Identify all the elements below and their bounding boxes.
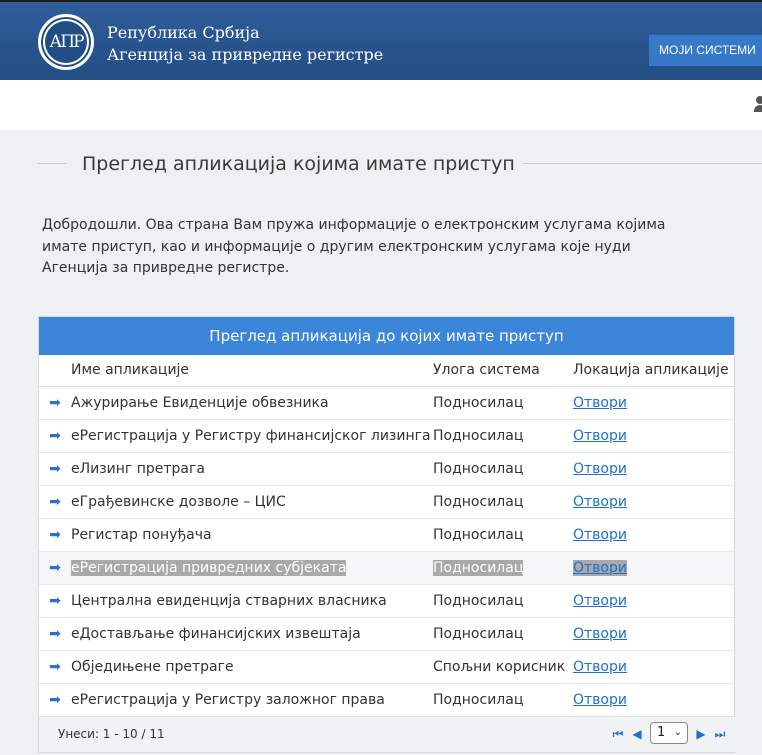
arrow-right-icon: ➡	[49, 493, 61, 510]
arrow-right-icon: ➡	[49, 625, 61, 642]
page-title: Преглед апликација којима имате приступ	[82, 153, 515, 175]
app-role: Подносилац	[433, 419, 573, 453]
open-link[interactable]: Отвори	[573, 461, 627, 477]
app-role: Подносилац	[433, 452, 573, 486]
open-link[interactable]: Отвори	[573, 559, 627, 576]
arrow-right-icon: ➡	[49, 460, 61, 477]
title-divider-left	[37, 163, 67, 164]
app-role: Подносилац	[433, 518, 573, 552]
table-row[interactable]: ➡ Ажурирање Евиденције обвезника Подноси…	[39, 386, 734, 420]
pagination-bar: Унеси: 1 - 10 / 11 ⏮ ◀ 1 ⌄ ▶ ⏭	[39, 716, 736, 752]
table-row[interactable]: ➡ еДостављање финансијских извештаја Под…	[39, 617, 734, 651]
intro-text: Добродошли. Ова страна Вам пружа информа…	[42, 217, 666, 276]
column-header-name[interactable]: Име апликације	[71, 355, 433, 387]
applications-table: Име апликације Улога система Локација ап…	[39, 355, 734, 717]
brand-line-1: Република Србија	[107, 23, 260, 42]
app-role: Подносилац	[433, 485, 573, 519]
applications-panel: Преглед апликација до којих имате присту…	[38, 316, 736, 753]
open-link[interactable]: Отвори	[573, 659, 627, 675]
app-role: Подносилац	[433, 386, 573, 420]
column-header-icon	[39, 355, 71, 387]
table-row[interactable]: ➡ Обједињене претраге Спољни корисник От…	[39, 650, 734, 684]
app-role: Спољни корисник	[433, 650, 573, 684]
user-icon[interactable]	[754, 96, 762, 112]
app-name: Регистар понуђача	[71, 518, 433, 552]
arrow-right-icon: ➡	[49, 691, 61, 708]
chevron-down-icon: ⌄	[673, 727, 682, 738]
app-name: еРегистрација у Регистру финансијског ли…	[71, 419, 433, 453]
arrow-right-icon: ➡	[49, 427, 61, 444]
app-name: Обједињене претраге	[71, 650, 433, 684]
user-icon-body	[754, 105, 762, 112]
table-row[interactable]: ➡ еГрађевинске дозволе – ЦИС Подносилац …	[39, 485, 734, 519]
next-page-icon[interactable]: ▶	[693, 726, 709, 742]
table-row[interactable]: ➡ еЛизинг претрага Подносилац Отвори	[39, 452, 734, 486]
app-name: Централна евиденција стварних власника	[71, 584, 433, 618]
app-name: Ажурирање Евиденције обвезника	[71, 386, 433, 420]
open-link[interactable]: Отвори	[573, 626, 627, 642]
arrow-right-icon: ➡	[49, 559, 61, 576]
page-select[interactable]: 1 ⌄	[650, 722, 688, 744]
app-role: Подносилац	[433, 683, 573, 717]
page-select-value: 1	[657, 725, 666, 740]
arrow-right-icon: ➡	[49, 394, 61, 411]
last-page-icon[interactable]: ⏭	[712, 726, 728, 742]
app-role: Подносилац	[433, 617, 573, 651]
user-bar	[0, 80, 762, 130]
open-link[interactable]: Отвори	[573, 593, 627, 609]
apr-logo[interactable]: АПР	[38, 14, 94, 70]
top-header: АПР Република Србија Агенција за привред…	[0, 0, 762, 80]
open-link[interactable]: Отвори	[573, 395, 627, 411]
app-role: Подносилац	[433, 584, 573, 618]
column-header-location[interactable]: Локација апликације	[573, 355, 734, 387]
arrow-right-icon: ➡	[49, 658, 61, 675]
table-row[interactable]: ➡ еРегистрација у Регистру финансијског …	[39, 419, 734, 453]
table-row[interactable]: ➡ Регистар понуђача Подносилац Отвори	[39, 518, 734, 552]
prev-page-icon[interactable]: ◀	[629, 726, 645, 742]
apr-logo-text: АПР	[45, 21, 87, 63]
app-name: еГрађевинске дозволе – ЦИС	[71, 485, 433, 519]
arrow-right-icon: ➡	[49, 592, 61, 609]
app-name: еРегистрација у Регистру заложног права	[71, 683, 433, 717]
app-name: еДостављање финансијских извештаја	[71, 617, 433, 651]
my-systems-button[interactable]: МОЈИ СИСТЕМИ	[649, 35, 762, 66]
table-row[interactable]: ➡ Централна евиденција стварних власника…	[39, 584, 734, 618]
user-icon-head	[756, 96, 762, 104]
panel-title: Преглед апликација до којих имате присту…	[39, 317, 734, 355]
app-name: еЛизинг претрага	[71, 452, 433, 486]
open-link[interactable]: Отвори	[573, 692, 627, 708]
first-page-icon[interactable]: ⏮	[610, 726, 626, 742]
brand-line-2: Агенција за привредне регистре	[107, 45, 384, 64]
column-header-role[interactable]: Улога система	[433, 355, 573, 387]
app-role: Подносилац	[433, 559, 524, 576]
table-header-row: Име апликације Улога система Локација ап…	[39, 355, 734, 387]
arrow-right-icon: ➡	[49, 526, 61, 543]
record-count: Унеси: 1 - 10 / 11	[58, 727, 165, 741]
app-name: еРегистрација привредних субјеката	[71, 559, 347, 576]
title-divider-right	[523, 163, 762, 164]
open-link[interactable]: Отвори	[573, 527, 627, 543]
open-link[interactable]: Отвори	[573, 428, 627, 444]
table-row[interactable]: ➡ еРегистрација у Регистру заложног прав…	[39, 683, 734, 717]
table-row-hovered[interactable]: ➡ еРегистрација привредних субјеката Под…	[39, 551, 734, 585]
open-link[interactable]: Отвори	[573, 494, 627, 510]
